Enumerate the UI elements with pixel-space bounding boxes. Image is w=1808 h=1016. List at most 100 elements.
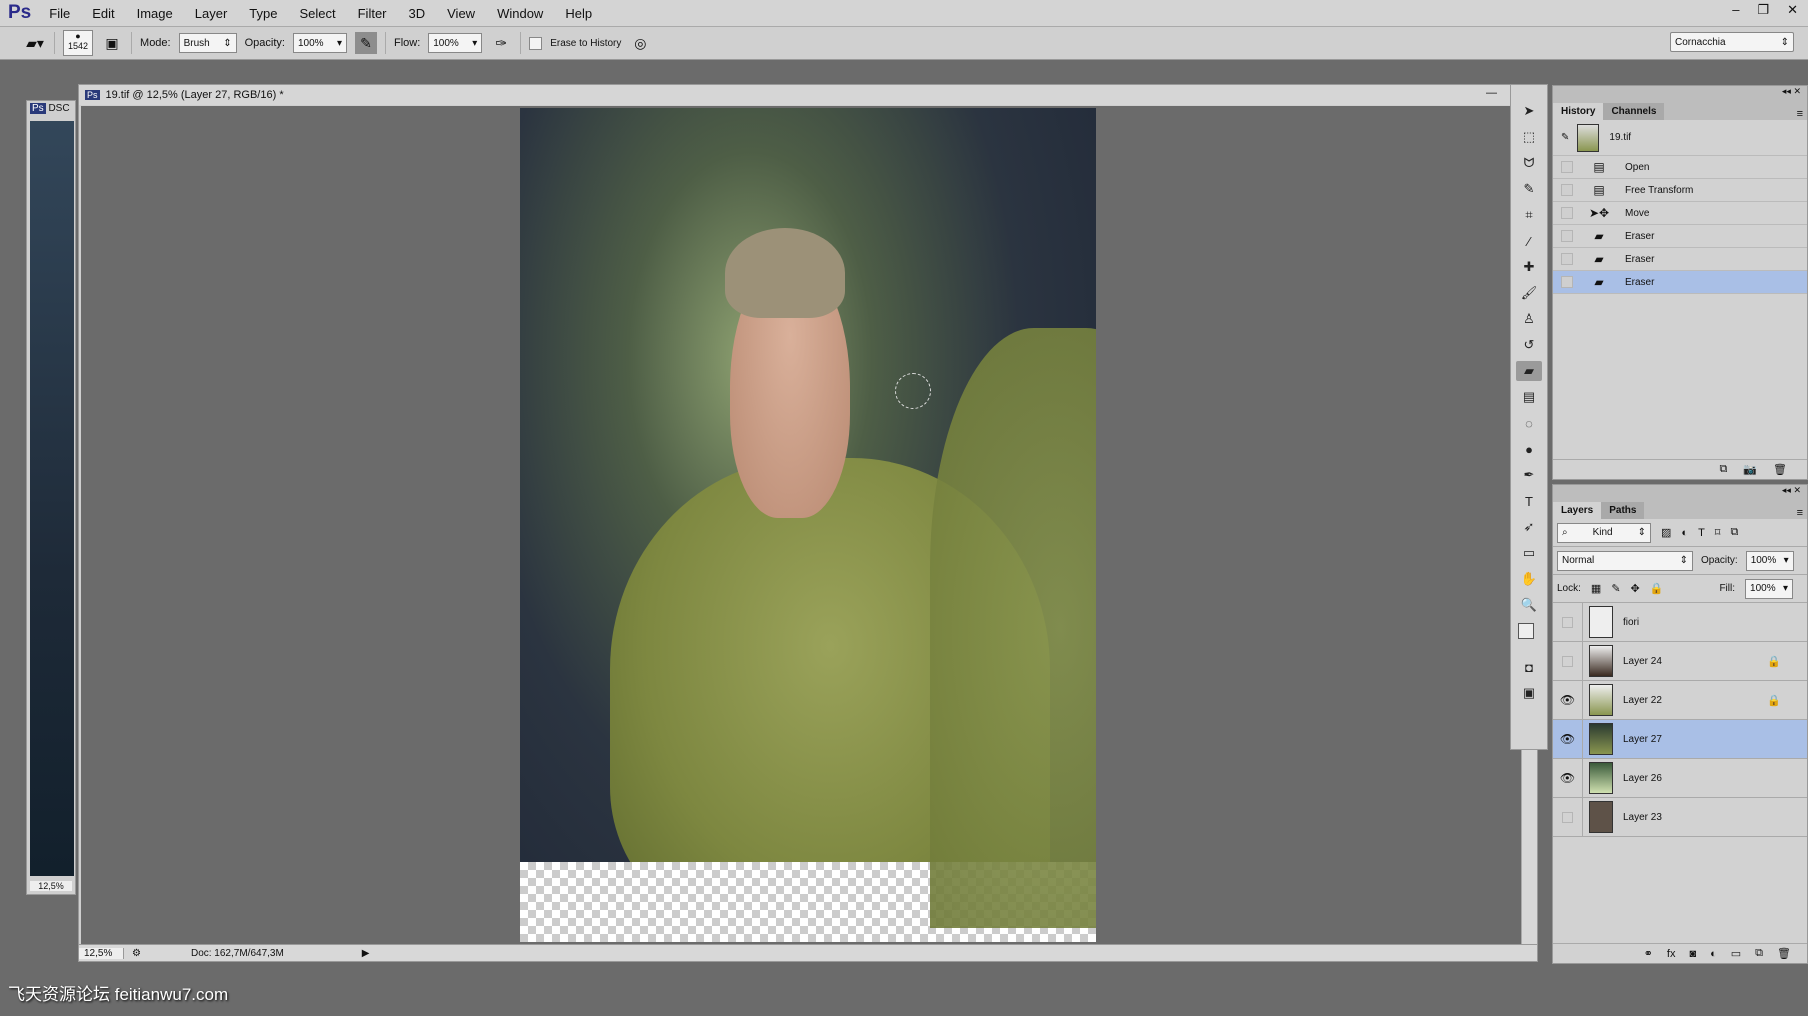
side-doc-title[interactable]: Ps DSC — [27, 101, 75, 116]
collapse-icon[interactable]: ◂◂ — [1782, 86, 1791, 96]
layer-style-fx-icon[interactable]: fx — [1667, 948, 1676, 960]
dodge-tool-icon[interactable]: ● — [1516, 439, 1542, 459]
filter-shape-icon[interactable]: ⌑ — [1715, 526, 1721, 539]
filter-kind-select[interactable]: ⌕ Kind ⇕ — [1557, 522, 1651, 543]
filter-smartobject-icon[interactable]: ⧉ — [1730, 526, 1738, 539]
layer-row[interactable]: 👁 Layer 26 — [1553, 759, 1807, 798]
brush-preset-picker[interactable]: ● 1542 — [63, 30, 94, 56]
collapse-icon[interactable]: ◂◂ — [1782, 485, 1791, 495]
workspace-select[interactable]: Cornacchia ⇕ — [1670, 32, 1794, 52]
history-source-checkbox[interactable] — [1561, 230, 1573, 242]
history-brush-source-icon[interactable]: ✎ — [1561, 132, 1569, 143]
screen-mode-icon[interactable]: ▣ — [1516, 683, 1542, 703]
menu-help[interactable]: Help — [565, 6, 592, 21]
new-layer-icon[interactable]: ⧉ — [1755, 947, 1763, 960]
trash-icon[interactable]: 🗑 — [1773, 463, 1787, 476]
pressure-opacity-icon[interactable]: ✎ — [354, 32, 377, 54]
zoom-tool-icon[interactable]: 🔍 — [1516, 595, 1542, 615]
eraser-tool-preset-icon[interactable]: ▰▾ — [24, 32, 46, 54]
new-group-icon[interactable]: ▭ — [1731, 947, 1741, 960]
menu-view[interactable]: View — [447, 6, 475, 21]
layer-name[interactable]: Layer 26 — [1623, 773, 1662, 784]
menu-select[interactable]: Select — [299, 6, 335, 21]
lasso-tool-icon[interactable]: ᗢ — [1516, 153, 1542, 173]
hand-tool-icon[interactable]: ✋ — [1516, 569, 1542, 589]
restore-icon[interactable]: ❐ — [1757, 2, 1769, 18]
trash-icon[interactable]: 🗑 — [1777, 947, 1791, 960]
layer-name[interactable]: Layer 22 — [1623, 695, 1662, 706]
snapshot-camera-icon[interactable]: 📷 — [1743, 463, 1757, 476]
history-snapshot[interactable]: ✎ 19.tif — [1553, 120, 1807, 156]
quick-mask-icon[interactable]: ◘ — [1516, 657, 1542, 677]
history-source-checkbox[interactable] — [1561, 253, 1573, 265]
close-icon[interactable]: ✕ — [1793, 86, 1801, 96]
add-mask-icon[interactable]: ◙ — [1689, 948, 1696, 960]
eraser-tool-icon[interactable]: ▰ — [1516, 361, 1542, 381]
layer-name[interactable]: Layer 23 — [1623, 812, 1662, 823]
move-tool-icon[interactable]: ➤ — [1516, 101, 1542, 121]
minimize-icon[interactable]: – — [1732, 2, 1739, 18]
visibility-toggle[interactable] — [1553, 642, 1583, 680]
menu-filter[interactable]: Filter — [358, 6, 387, 21]
lock-position-icon[interactable]: ✥ — [1631, 582, 1640, 595]
layer-row[interactable]: Layer 24 🔒 — [1553, 642, 1807, 681]
mode-select[interactable]: Brush ⇕ — [178, 33, 237, 53]
menu-edit[interactable]: Edit — [92, 6, 114, 21]
panel-menu-icon[interactable]: ≡ — [1797, 507, 1807, 519]
path-select-tool-icon[interactable]: ➶ — [1516, 517, 1542, 537]
side-document-window[interactable]: Ps DSC 12,5% — [26, 100, 76, 895]
adjustment-layer-icon[interactable]: ◐ — [1710, 948, 1717, 960]
history-item[interactable]: ▤ Open — [1553, 156, 1807, 179]
history-source-checkbox[interactable] — [1561, 161, 1573, 173]
crop-tool-icon[interactable]: ⌗ — [1516, 205, 1542, 225]
link-layers-icon[interactable]: ⚭ — [1644, 947, 1653, 960]
layer-name[interactable]: Layer 27 — [1623, 734, 1662, 745]
tab-channels[interactable]: Channels — [1603, 103, 1665, 120]
filter-adjustment-icon[interactable]: ◐ — [1681, 527, 1688, 539]
history-item[interactable]: ▰ Eraser — [1553, 248, 1807, 271]
history-source-checkbox[interactable] — [1561, 276, 1573, 288]
opacity-input[interactable]: 100% ▾ — [292, 33, 347, 53]
shape-tool-icon[interactable]: ▭ — [1516, 543, 1542, 563]
lock-transparent-icon[interactable]: ▦ — [1591, 582, 1601, 595]
status-gear-icon[interactable]: ⚙ — [132, 948, 141, 959]
canvas-image[interactable] — [520, 108, 1096, 942]
status-menu-arrow-icon[interactable]: ▶ — [362, 948, 370, 959]
gradient-tool-icon[interactable]: ▤ — [1516, 387, 1542, 407]
minimize-icon[interactable]: — — [1486, 87, 1497, 99]
menu-type[interactable]: Type — [249, 6, 277, 21]
lock-pixels-icon[interactable]: ✎ — [1611, 582, 1620, 595]
layer-row[interactable]: 👁 Layer 22 🔒 — [1553, 681, 1807, 720]
menu-window[interactable]: Window — [497, 6, 543, 21]
menu-file[interactable]: File — [49, 6, 70, 21]
type-tool-icon[interactable]: T — [1516, 491, 1542, 511]
erase-to-history-checkbox[interactable] — [529, 36, 543, 50]
history-source-checkbox[interactable] — [1561, 184, 1573, 196]
close-icon[interactable]: ✕ — [1787, 2, 1798, 18]
healing-tool-icon[interactable]: ✚ — [1516, 257, 1542, 277]
chevron-down-icon[interactable]: ▾ — [337, 38, 342, 49]
lock-all-icon[interactable]: 🔒 — [1650, 582, 1664, 595]
layer-row[interactable]: Layer 23 — [1553, 798, 1807, 837]
brush-tool-icon[interactable]: 🖌 — [1516, 283, 1542, 303]
marquee-tool-icon[interactable]: ⬚ — [1516, 127, 1542, 147]
panel-menu-icon[interactable]: ≡ — [1797, 108, 1807, 120]
layer-row[interactable]: fiori — [1553, 603, 1807, 642]
history-item[interactable]: ▰ Eraser — [1553, 271, 1807, 294]
filter-pixel-icon[interactable]: ▨ — [1661, 526, 1671, 539]
blend-mode-select[interactable]: Normal ⇕ — [1557, 550, 1693, 571]
layer-name[interactable]: Layer 24 — [1623, 656, 1662, 667]
chevron-down-icon[interactable]: ▾ — [472, 38, 477, 49]
visibility-toggle[interactable] — [1553, 798, 1583, 836]
eye-icon[interactable]: 👁 — [1553, 720, 1583, 758]
chevron-down-icon[interactable]: ▾ — [1783, 583, 1788, 594]
eye-icon[interactable]: 👁 — [1553, 681, 1583, 719]
history-item[interactable]: ▤ Free Transform — [1553, 179, 1807, 202]
document-tab[interactable]: Ps 19.tif @ 12,5% (Layer 27, RGB/16) * —… — [79, 85, 1537, 105]
brush-panel-icon[interactable]: ▣ — [101, 32, 123, 54]
layer-opacity-input[interactable]: 100% ▾ — [1745, 550, 1794, 571]
filter-type-icon[interactable]: T — [1698, 527, 1705, 539]
fill-input[interactable]: 100% ▾ — [1745, 578, 1794, 599]
tab-history[interactable]: History — [1553, 103, 1604, 120]
eye-icon[interactable]: 👁 — [1553, 759, 1583, 797]
